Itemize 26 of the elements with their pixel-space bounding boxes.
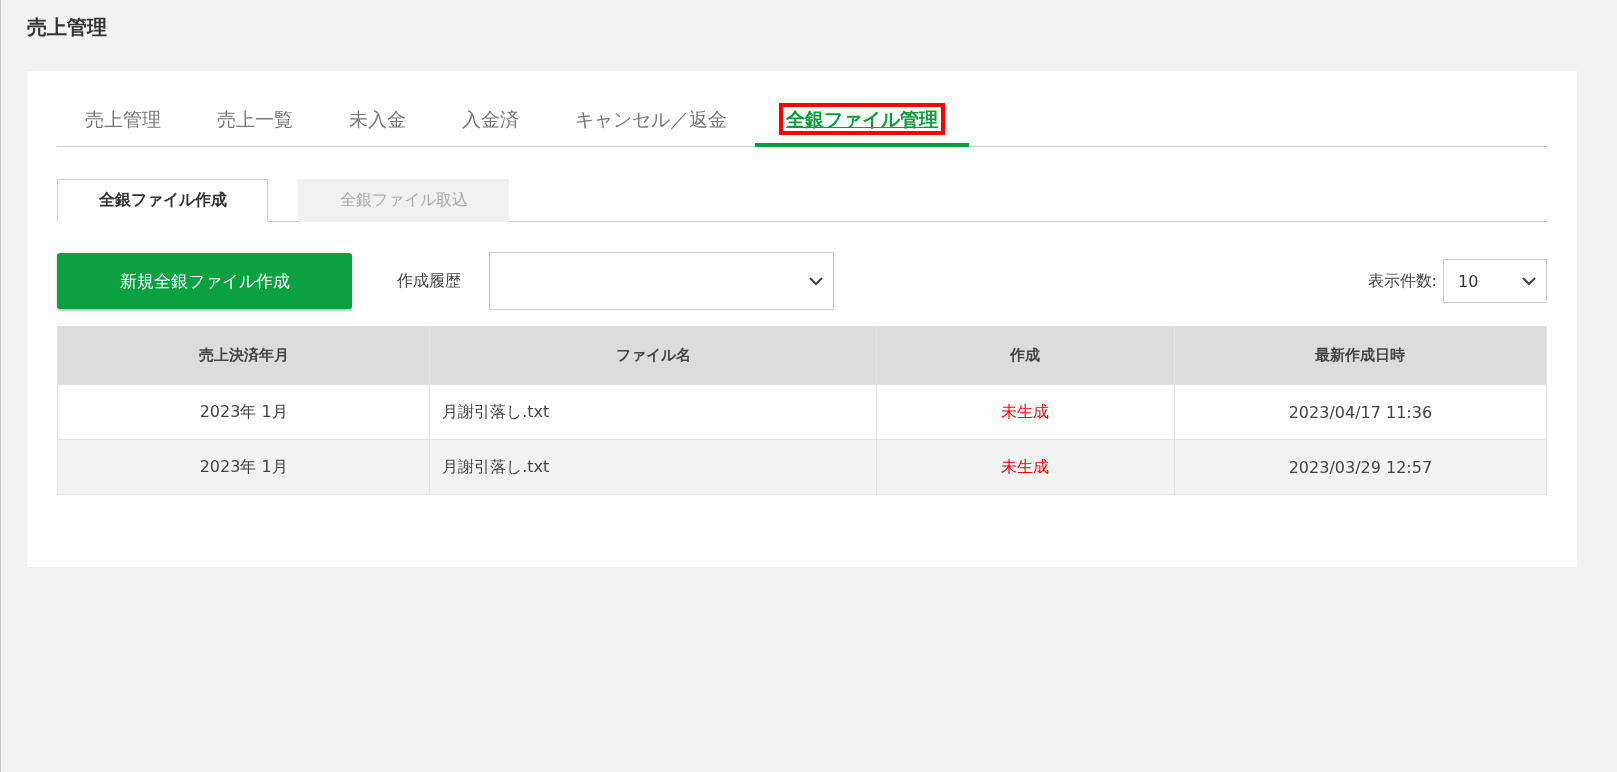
- chevron-down-icon: [1522, 276, 1536, 286]
- column-header: 最新作成日時: [1174, 326, 1547, 385]
- history-dropdown[interactable]: [489, 252, 834, 310]
- page-size-label: 表示件数:: [1367, 270, 1437, 292]
- table-cell: 2023/03/29 12:57: [1174, 439, 1547, 495]
- status-cell: 未生成: [876, 439, 1175, 495]
- status-cell: 未生成: [876, 384, 1175, 440]
- column-header: ファイル名: [429, 326, 877, 385]
- sub-tab[interactable]: 全銀ファイル作成: [57, 179, 268, 222]
- table-cell: 月謝引落し.txt: [429, 384, 877, 440]
- column-header: 売上決済年月: [57, 326, 430, 385]
- tab[interactable]: キャンセル／返金: [547, 107, 755, 147]
- column-header: 作成: [876, 326, 1175, 385]
- table-cell: 2023年 1月: [57, 439, 430, 495]
- page-title: 売上管理: [27, 14, 108, 41]
- create-file-button[interactable]: 新規全銀ファイル作成: [57, 253, 352, 309]
- table-cell: 月謝引落し.txt: [429, 439, 877, 495]
- history-label: 作成履歴: [397, 270, 461, 292]
- tab[interactable]: 未入金: [321, 107, 434, 147]
- tab[interactable]: 入金済: [434, 107, 547, 147]
- tab[interactable]: 売上一覧: [189, 107, 321, 147]
- tab[interactable]: 売上管理: [57, 107, 189, 147]
- table-cell: 2023年 1月: [57, 384, 430, 440]
- chevron-down-icon: [809, 276, 823, 286]
- table-cell: 2023/04/17 11:36: [1174, 384, 1547, 440]
- page-size-dropdown[interactable]: 10: [1443, 259, 1547, 303]
